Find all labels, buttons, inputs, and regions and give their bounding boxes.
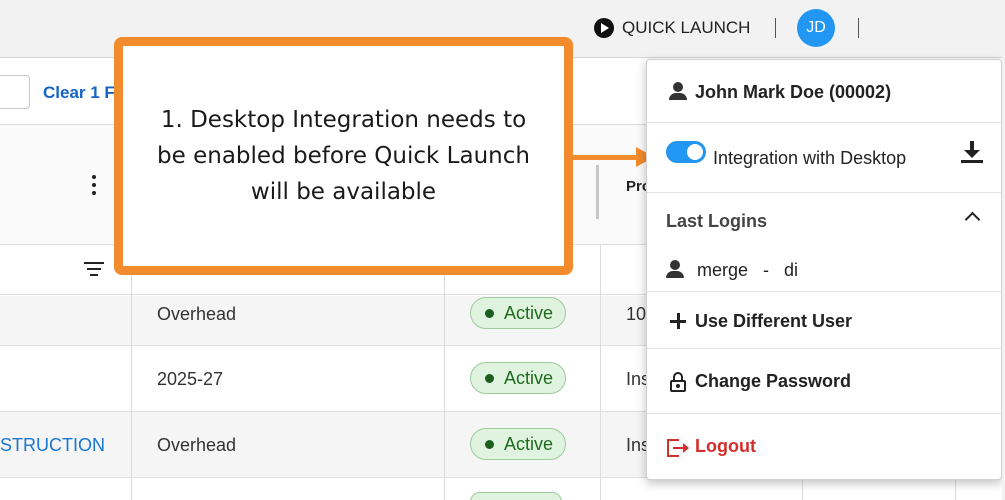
logout-icon [667, 437, 689, 459]
last-login-entry: merge - di [697, 260, 799, 280]
quick-launch-label: QUICK LAUNCH [622, 18, 751, 37]
menu-integration-desktop: Integration with Desktop [647, 124, 1001, 193]
lock-icon [667, 371, 689, 393]
table-row[interactable] [0, 478, 1005, 500]
toolbar-divider [775, 18, 776, 38]
status-dot-icon [485, 439, 494, 449]
integration-label: Integration with Desktop [713, 148, 907, 168]
use-different-user-label: Use Different User [695, 311, 853, 331]
column-divider [600, 245, 601, 500]
column-divider [955, 480, 956, 500]
column-resize-handle[interactable] [596, 165, 599, 219]
status-dot-icon [485, 373, 494, 383]
menu-user-profile: John Mark Doe (00002) [647, 60, 1001, 123]
play-icon [594, 18, 614, 38]
callout-arrow [573, 155, 639, 160]
menu-last-login-entry[interactable]: merge - di [647, 246, 1001, 292]
cell-extra: 10 [626, 304, 647, 324]
column-divider [802, 480, 803, 500]
user-icon [667, 80, 689, 102]
cell-period: Overhead [157, 435, 237, 455]
status-badge: Active [470, 297, 567, 329]
logout-label: Logout [695, 436, 756, 456]
menu-use-different-user[interactable]: Use Different User [647, 293, 1001, 349]
integration-toggle[interactable] [666, 141, 706, 163]
status-badge: Active [470, 362, 567, 394]
status-badge: Active [470, 428, 567, 460]
menu-change-password[interactable]: Change Password [647, 350, 1001, 414]
menu-logout[interactable]: Logout [647, 415, 1001, 479]
menu-last-logins[interactable]: Last Logins [647, 194, 1001, 246]
download-icon[interactable] [961, 140, 983, 164]
plus-icon [667, 310, 689, 332]
status-label: Active [504, 367, 554, 388]
toolbar-divider [858, 18, 859, 38]
status-label: Active [504, 433, 554, 454]
search-input[interactable] [0, 75, 30, 109]
last-logins-label: Last Logins [666, 211, 768, 231]
column-divider [131, 245, 132, 500]
cell-period: Overhead [157, 304, 237, 324]
callout-text: 1. Desktop Integration needs to be enabl… [157, 107, 530, 205]
more-options-icon[interactable] [91, 175, 97, 199]
filter-icon[interactable] [84, 262, 104, 278]
avatar[interactable]: JD [797, 9, 835, 47]
quick-launch-button[interactable]: QUICK LAUNCH [594, 16, 750, 40]
clear-filter-link[interactable]: Clear 1 F [43, 83, 115, 103]
cell-period: 2025-27 [157, 369, 224, 389]
status-dot-icon [485, 308, 494, 318]
column-divider [444, 245, 445, 500]
user-name: John Mark Doe (00002) [695, 82, 892, 102]
annotation-callout: 1. Desktop Integration needs to be enabl… [114, 37, 573, 275]
user-menu: John Mark Doe (00002) Integration with D… [646, 59, 1002, 480]
status-badge [470, 492, 562, 500]
cell-name-link[interactable]: STRUCTION [0, 435, 105, 456]
user-icon [664, 258, 686, 280]
change-password-label: Change Password [695, 371, 852, 391]
status-label: Active [504, 302, 554, 323]
chevron-up-icon[interactable] [964, 211, 981, 228]
